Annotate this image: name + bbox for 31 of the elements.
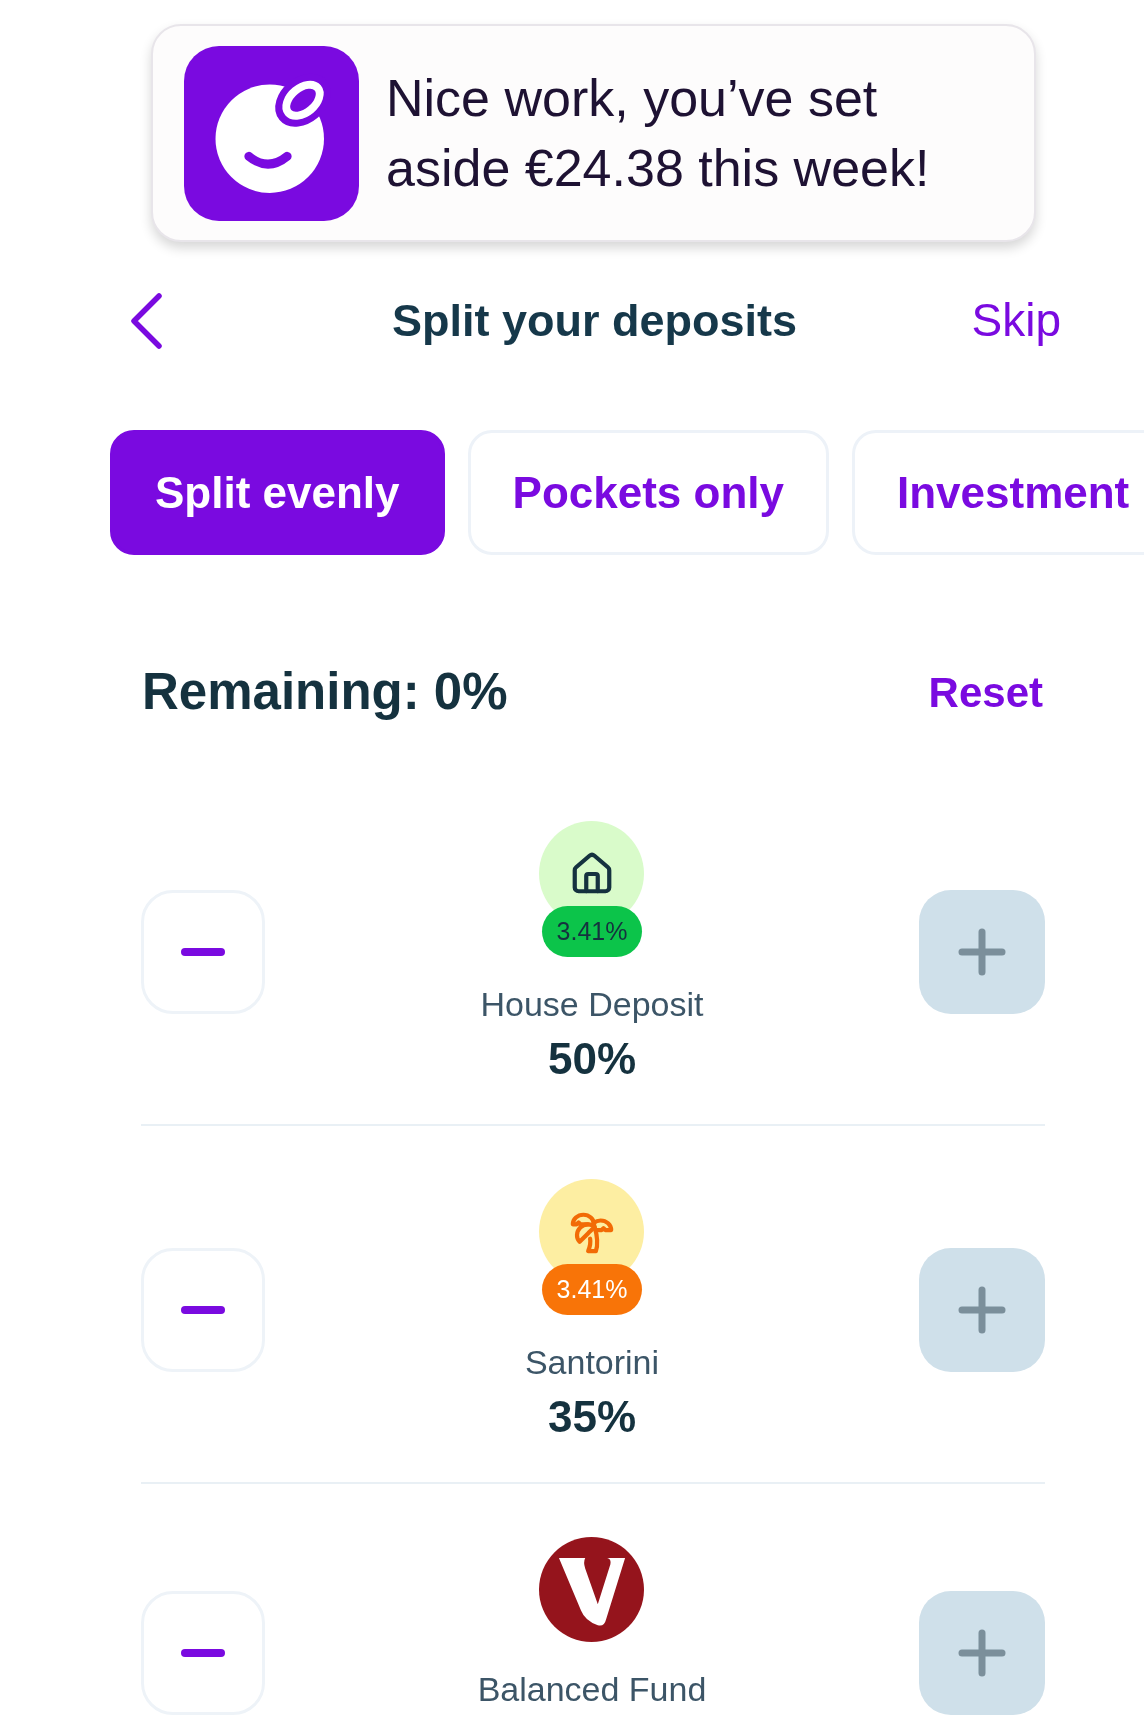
plus-icon — [958, 928, 1006, 976]
split-option-tab[interactable]: Split evenly — [110, 430, 445, 555]
chevron-left-icon — [128, 291, 164, 350]
split-option-tab[interactable]: Investment — [852, 430, 1144, 555]
notification-message: Nice work, you’ve set aside €24.38 this week! — [386, 68, 931, 199]
allocation-percentage: 35% — [547, 1393, 637, 1441]
increase-button[interactable] — [919, 1590, 1045, 1715]
decrease-button[interactable] — [141, 890, 265, 1014]
increase-button[interactable] — [919, 1248, 1045, 1372]
screen-title: Split your deposits — [391, 293, 797, 348]
v-logo-icon — [539, 1537, 645, 1642]
minus-icon — [181, 948, 225, 956]
reset-button[interactable]: Reset — [928, 660, 1043, 724]
split-option-tab[interactable]: Pockets only — [467, 430, 829, 555]
percentage-badge: 3.41% — [542, 1264, 642, 1315]
minus-icon — [181, 1648, 225, 1657]
remaining-percentage: Remaining: 0% — [142, 661, 508, 722]
app-logo-icon — [184, 45, 359, 221]
skip-button[interactable]: Skip — [971, 286, 1061, 355]
decrease-button[interactable] — [141, 1248, 265, 1372]
percentage-badge: 3.41% — [542, 906, 642, 957]
allocation-name: Santorini — [524, 1342, 660, 1382]
decrease-button[interactable] — [141, 1590, 265, 1715]
plus-icon — [958, 1628, 1006, 1677]
back-button[interactable] — [128, 291, 164, 350]
allocation-percentage: 50% — [547, 1035, 637, 1083]
allocation-name: House Deposit — [480, 984, 704, 1024]
minus-icon — [181, 1306, 225, 1314]
plus-icon — [958, 1286, 1006, 1334]
increase-button[interactable] — [919, 890, 1045, 1014]
allocation-name: Balanced Fund — [477, 1669, 707, 1709]
